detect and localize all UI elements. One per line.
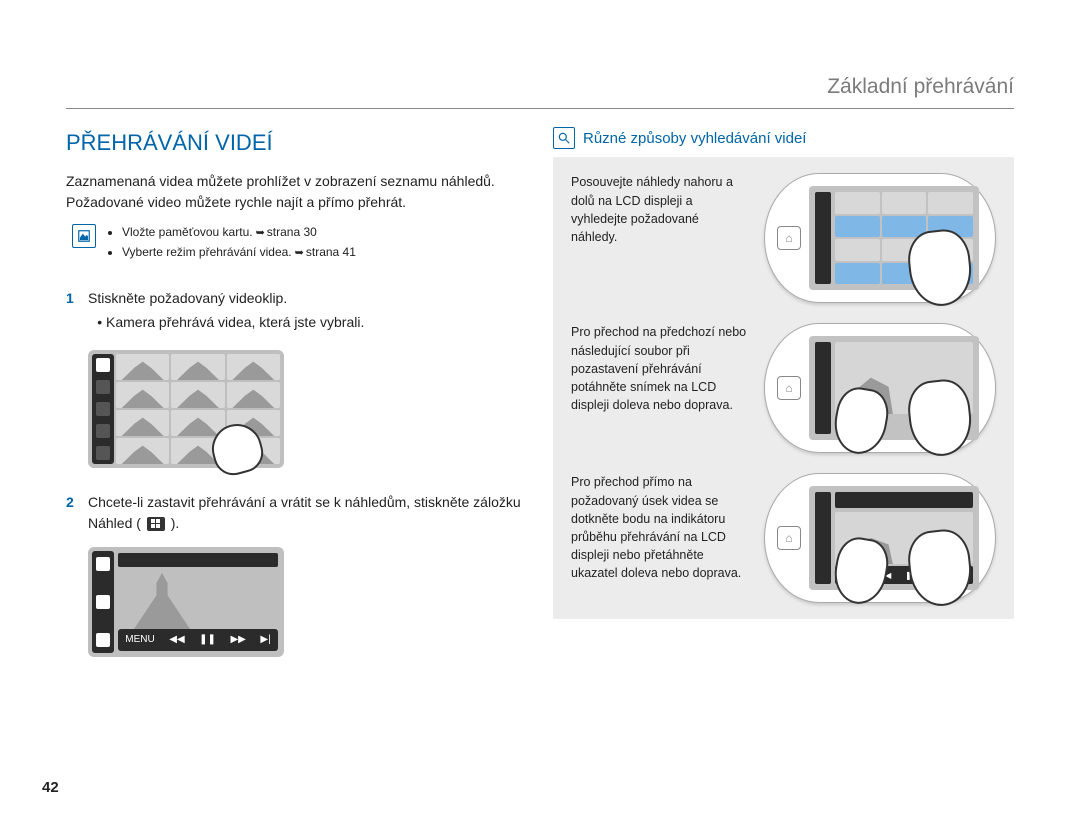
tip-row-seek: Pro přechod přímo na požadovaný úsek vid… [571, 473, 996, 603]
tip-row-scroll: Posouvejte náhledy nahoru a dolů na LCD … [571, 173, 996, 303]
menu-label: MENU [125, 633, 154, 648]
thumbnail-cell [171, 382, 224, 408]
thumbnail-cell [116, 382, 169, 408]
step-number: 2 [66, 492, 80, 537]
thumbnail-cell [116, 410, 169, 436]
thumbnail-cell [116, 438, 169, 464]
note-ref: strana 41 [306, 245, 356, 259]
next-icon: ▶| [260, 633, 270, 648]
playback-sidebar-icon [96, 595, 110, 609]
note-text: Vložte paměťovou kartu. [122, 225, 253, 239]
device-sidebar [815, 192, 831, 284]
note-box: Vložte paměťovou kartu. strana 30 Vyberte… [72, 224, 527, 264]
thumbnail-sidebar-icon [96, 402, 110, 416]
page-ref-arrow-icon [292, 245, 306, 259]
note-ref: strana 30 [267, 225, 317, 239]
intro-text: Zaznamenaná videa můžete prohlížet v zob… [66, 171, 527, 212]
device-illustration-scroll: ⌂ [764, 173, 996, 303]
device-sidebar [815, 342, 831, 434]
section-title: PŘEHRÁVÁNÍ VIDEÍ [66, 127, 527, 159]
tip-row-swipe: Pro přechod na předchozí nebo následujíc… [571, 323, 996, 453]
thumbnail-cell [227, 354, 280, 380]
pause-icon: ❚❚ [199, 633, 216, 648]
step-text: Stiskněte požadovaný videoklip. [88, 288, 364, 308]
playback-figure: MENU ◀◀ ❚❚ ▶▶ ▶| [88, 547, 527, 657]
step-2: 2 Chcete-li zastavit přehrávání a vrátit… [66, 492, 527, 537]
thumbnail-tab-icon [147, 517, 165, 531]
tip-text: Posouvejte náhledy nahoru a dolů na LCD … [571, 173, 748, 246]
note-item: Vložte paměťovou kartu. strana 30 [122, 224, 356, 242]
page-number: 42 [42, 777, 59, 799]
thumbnail-sidebar-icon [96, 446, 110, 460]
tip-title: Různé způsoby vyhledávání videí [583, 128, 806, 150]
forward-icon: ▶▶ [230, 633, 245, 648]
page-ref-arrow-icon [253, 225, 267, 239]
left-column: PŘEHRÁVÁNÍ VIDEÍ Zaznamenaná videa můžet… [66, 127, 527, 681]
thumbnail-cell [227, 382, 280, 408]
home-button-icon: ⌂ [777, 376, 801, 400]
playback-sidebar-icon [96, 633, 110, 647]
running-header: Základní přehrávání [66, 72, 1014, 109]
right-column: Různé způsoby vyhledávání videí Posouvej… [553, 127, 1014, 681]
playback-control-bar: MENU ◀◀ ❚❚ ▶▶ ▶| [118, 629, 278, 651]
note-icon [72, 224, 96, 248]
magnifier-icon [553, 127, 575, 149]
playback-silhouette [134, 573, 190, 629]
thumbnail-sidebar-icon [96, 358, 110, 372]
step-sub-bullet: Kamera přehrává videa, která jste vybral… [106, 312, 364, 332]
thumbnail-sidebar-icon [96, 380, 110, 394]
step-1: 1 Stiskněte požadovaný videoklip. Kamera… [66, 288, 527, 341]
playback-left-bar [92, 551, 114, 653]
playback-top-bar [118, 553, 278, 567]
step-number: 1 [66, 288, 80, 341]
note-item: Vyberte režim přehrávání videa. strana 41 [122, 244, 356, 262]
thumbnail-grid-figure [88, 350, 527, 468]
device-illustration-seek: ⌂ MENU ◀◀ ❚❚ ▶▶ ▶| [764, 473, 996, 603]
step-text: Chcete-li zastavit přehrávání a vrátit s… [88, 492, 527, 533]
tip-header: Různé způsoby vyhledávání videí [553, 127, 1014, 149]
thumbnail-sidebar [92, 354, 114, 464]
device-top-info [835, 492, 973, 508]
thumbnail-cell [171, 354, 224, 380]
device-sidebar [815, 492, 831, 584]
note-list: Vložte paměťovou kartu. strana 30 Vyberte… [106, 224, 356, 264]
tip-text: Pro přechod na předchozí nebo následujíc… [571, 323, 748, 414]
step-text-part: ). [171, 515, 180, 531]
thumbnail-cell [116, 354, 169, 380]
tip-text: Pro přechod přímo na požadovaný úsek vid… [571, 473, 748, 582]
rewind-icon: ◀◀ [169, 633, 184, 648]
device-illustration-swipe: ⌂ [764, 323, 996, 453]
home-button-icon: ⌂ [777, 226, 801, 250]
home-button-icon: ⌂ [777, 526, 801, 550]
note-text: Vyberte režim přehrávání videa. [122, 245, 292, 259]
tip-panel: Posouvejte náhledy nahoru a dolů na LCD … [553, 157, 1014, 619]
playback-sidebar-icon [96, 557, 110, 571]
thumbnail-sidebar-icon [96, 424, 110, 438]
